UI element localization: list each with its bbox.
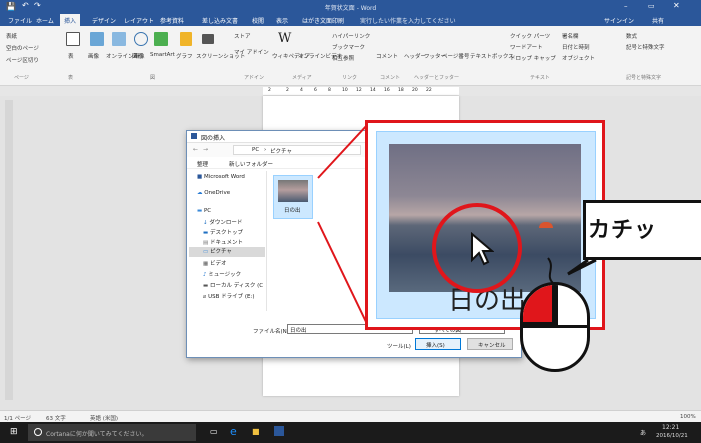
windows-start-icon[interactable]: ⊞ bbox=[10, 427, 18, 437]
clock-date[interactable]: 2016/10/21 bbox=[656, 433, 688, 439]
speech-bubble-tail bbox=[567, 258, 597, 276]
click-sound-text: カチッ bbox=[588, 218, 658, 243]
clock-time[interactable]: 12:21 bbox=[662, 424, 679, 431]
cortana-search[interactable]: Cortanaに何か聞いてみてください。 bbox=[28, 424, 196, 441]
mouse-illustration bbox=[520, 282, 590, 372]
status-bar: 1/1 ページ 63 文字 英語 (米国) 100% bbox=[0, 410, 701, 422]
mouse-left-button bbox=[523, 285, 555, 325]
sun-icon bbox=[539, 222, 553, 228]
zoom-level[interactable]: 100% bbox=[680, 414, 696, 420]
cortana-text: Cortanaに何か聞いてみてください。 bbox=[46, 431, 148, 438]
cursor-arrow-icon bbox=[471, 232, 494, 266]
taskbar: ⊞ Cortanaに何か聞いてみてください。 ▭ e ■ あ 12:21 201… bbox=[0, 422, 701, 443]
word-taskbar-icon[interactable] bbox=[274, 426, 284, 436]
explorer-icon[interactable]: ■ bbox=[252, 427, 260, 436]
edge-icon[interactable]: e bbox=[230, 425, 237, 438]
task-view-icon[interactable]: ▭ bbox=[210, 427, 218, 436]
cortana-icon bbox=[34, 428, 42, 436]
mouse-divider bbox=[555, 285, 558, 325]
ime-indicator[interactable]: あ bbox=[640, 428, 646, 437]
page-count[interactable]: 1/1 ページ bbox=[4, 414, 31, 422]
word-count[interactable]: 63 文字 bbox=[46, 414, 66, 422]
language[interactable]: 英語 (米国) bbox=[90, 414, 118, 422]
mouse-button-line bbox=[523, 325, 587, 328]
